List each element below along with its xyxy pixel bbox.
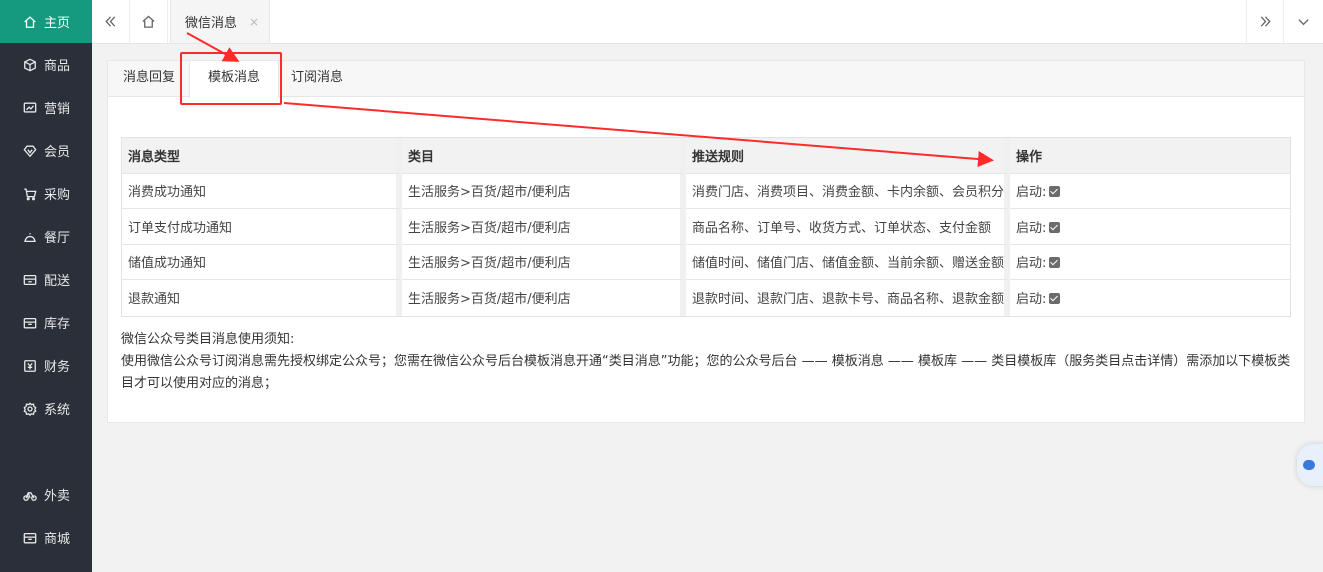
cell-action: 启动: [1010, 244, 1290, 280]
sidebar-item-system[interactable]: 系统 [0, 387, 92, 430]
cube-icon [22, 57, 37, 72]
sidebar-item-label: 商品 [44, 59, 71, 74]
highlight-box [180, 52, 282, 105]
cell-action: 启动: [1010, 209, 1290, 245]
cell-rule: 退款时间、退款门店、退款卡号、商品名称、退款金额 [686, 280, 1011, 316]
sidebar-item-label: 会员 [44, 145, 71, 160]
cell-type: 消费成功通知 [122, 173, 402, 209]
column-header-category: 类目 [402, 138, 686, 174]
cart-icon [22, 186, 37, 201]
tab-message-reply[interactable]: 消息回复 [123, 61, 175, 97]
enable-label: 启动: [1016, 292, 1047, 308]
cell-type: 退款通知 [122, 280, 402, 316]
cell-type: 订单支付成功通知 [122, 209, 402, 245]
cell-category: 生活服务>百货/超市/便利店 [402, 244, 686, 280]
double-chevron-left-icon [105, 16, 116, 27]
sidebar-item-label: 主页 [44, 16, 71, 31]
column-header-type: 消息类型 [122, 138, 402, 174]
template-message-table: 消息类型 类目 推送规则 操作 消费成功通知 生活服务>百货/超市/便利店 消费… [121, 137, 1291, 317]
sidebar: 主页 商品 营销 会员 采购 餐厅 配送 库存 财务 系统 外卖 商城 [0, 0, 92, 572]
cell-category: 生活服务>百货/超市/便利店 [402, 209, 686, 245]
chevron-down-icon [1297, 19, 1309, 26]
enable-checkbox[interactable] [1049, 293, 1061, 305]
tab-menu-dropdown[interactable] [1284, 0, 1322, 43]
bike-icon [22, 487, 37, 502]
cell-action: 启动: [1010, 173, 1290, 209]
enable-checkbox[interactable] [1049, 186, 1061, 198]
home-icon [142, 15, 155, 28]
store-icon [22, 530, 37, 545]
cell-rule: 储值时间、储值门店、储值金额、当前余额、赠送金额 [686, 244, 1011, 280]
enable-checkbox[interactable] [1049, 257, 1061, 269]
column-header-action: 操作 [1010, 138, 1290, 174]
sidebar-item-label: 外卖 [44, 489, 71, 504]
sidebar-item-label: 营销 [44, 102, 71, 117]
truck-icon [22, 272, 37, 287]
home-tab-button[interactable] [130, 0, 168, 43]
gear-icon [22, 401, 37, 416]
sidebar-item-stock[interactable]: 库存 [0, 301, 92, 344]
assistant-float-button[interactable] [1297, 444, 1323, 486]
sidebar-item-member[interactable]: 会员 [0, 129, 92, 172]
cell-type: 储值成功通知 [122, 244, 402, 280]
wallet-icon [22, 358, 37, 373]
double-chevron-right-icon [1260, 16, 1271, 27]
enable-label: 启动: [1016, 220, 1047, 236]
cell-category: 生活服务>百货/超市/便利店 [402, 280, 686, 316]
cell-action: 启动: [1010, 280, 1290, 316]
table-row: 储值成功通知 生活服务>百货/超市/便利店 储值时间、储值门店、储值金额、当前余… [122, 244, 1290, 280]
sidebar-item-label: 配送 [44, 274, 71, 289]
sidebar-item-label: 餐厅 [44, 231, 71, 246]
table-row: 订单支付成功通知 生活服务>百货/超市/便利店 商品名称、订单号、收货方式、订单… [122, 209, 1290, 245]
home-icon [22, 14, 37, 29]
tab-label: 微信消息 [185, 16, 238, 31]
table-row: 退款通知 生活服务>百货/超市/便利店 退款时间、退款门店、退款卡号、商品名称、… [122, 280, 1290, 316]
content-card: 消息回复 模板消息 订阅消息 消息类型 类目 推送规则 操作 消费成功通知 生活… [107, 60, 1305, 423]
column-header-rule: 推送规则 [686, 138, 1011, 174]
tab-bar: 微信消息 × [92, 0, 1323, 44]
table-header-row: 消息类型 类目 推送规则 操作 [122, 138, 1290, 174]
scroll-left-button[interactable] [92, 0, 130, 43]
sidebar-item-finance[interactable]: 财务 [0, 344, 92, 387]
sidebar-item-marketing[interactable]: 营销 [0, 86, 92, 129]
cloche-icon [22, 229, 37, 244]
chart-icon [22, 100, 37, 115]
scroll-right-button[interactable] [1246, 0, 1284, 43]
sidebar-item-home[interactable]: 主页 [0, 0, 92, 43]
notes-body: 使用微信公众号订阅消息需先授权绑定公众号；您需在微信公众号后台模板消息开通“类目… [121, 354, 1291, 391]
sidebar-item-restaurant[interactable]: 餐厅 [0, 215, 92, 258]
sidebar-item-label: 财务 [44, 360, 71, 375]
cell-rule: 消费门店、消费项目、消费金额、卡内余额、会员积分 [686, 173, 1011, 209]
sidebar-item-purchase[interactable]: 采购 [0, 172, 92, 215]
enable-label: 启动: [1016, 185, 1047, 201]
tab-wechat-message[interactable]: 微信消息 × [170, 0, 270, 43]
enable-label: 启动: [1016, 256, 1047, 272]
sidebar-item-label: 库存 [44, 317, 71, 332]
sub-tab-bar: 消息回复 模板消息 订阅消息 [108, 61, 1304, 98]
sidebar-item-label: 商城 [44, 532, 71, 547]
usage-notes: 微信公众号类目消息使用须知: 使用微信公众号订阅消息需先授权绑定公众号；您需在微… [121, 329, 1291, 395]
enable-checkbox[interactable] [1049, 221, 1061, 233]
box-icon [22, 315, 37, 330]
sidebar-item-label: 采购 [44, 188, 71, 203]
sidebar-item-delivery[interactable]: 配送 [0, 258, 92, 301]
sidebar-item-goods[interactable]: 商品 [0, 43, 92, 86]
table-row: 消费成功通知 生活服务>百货/超市/便利店 消费门店、消费项目、消费金额、卡内余… [122, 173, 1290, 209]
sidebar-item-label: 系统 [44, 403, 71, 418]
notes-title: 微信公众号类目消息使用须知: [121, 332, 295, 347]
tab-subscription-message[interactable]: 订阅消息 [291, 61, 343, 97]
cell-category: 生活服务>百货/超市/便利店 [402, 173, 686, 209]
close-icon[interactable]: × [249, 15, 259, 29]
diamond-icon [22, 143, 37, 158]
sidebar-item-takeout[interactable]: 外卖 [0, 473, 92, 516]
sidebar-item-mall[interactable]: 商城 [0, 516, 92, 559]
cell-rule: 商品名称、订单号、收货方式、订单状态、支付金额 [686, 209, 1011, 245]
